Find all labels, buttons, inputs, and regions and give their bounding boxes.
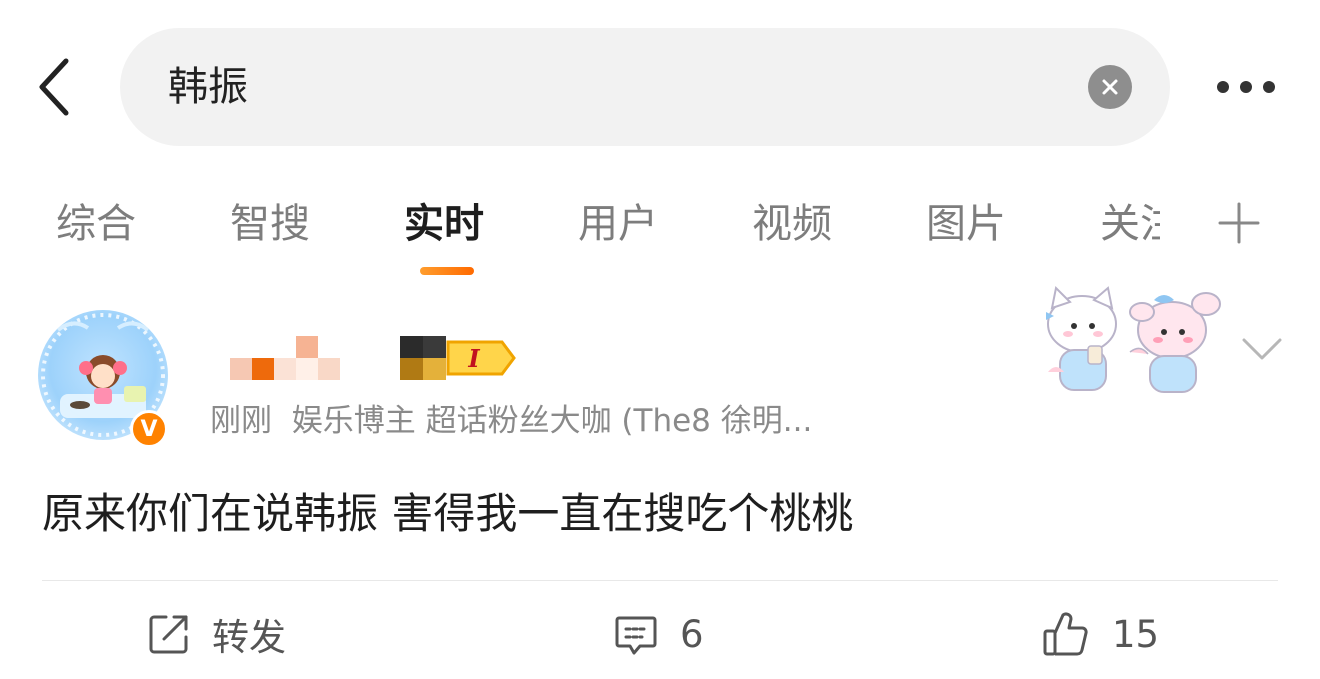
author-tags: 娱乐博主 超话粉丝大咖 (The8 徐明... <box>291 403 813 439</box>
add-tab-icon[interactable] <box>1214 198 1264 248</box>
active-tab-indicator <box>420 267 474 275</box>
more-icon <box>1217 81 1229 93</box>
fan-badge-redacted <box>400 336 446 380</box>
comment-count: 6 <box>680 612 704 656</box>
repost-label: 转发 <box>212 616 286 659</box>
level-badge-text: I <box>467 344 480 373</box>
like-icon <box>1043 612 1088 656</box>
tab-images[interactable]: 图片 <box>926 196 1006 252</box>
chevron-down-icon[interactable] <box>1238 330 1286 368</box>
decoration-sticker <box>1046 285 1221 393</box>
like-count: 15 <box>1112 612 1160 656</box>
repost-icon <box>149 615 188 654</box>
tab-realtime[interactable]: 实时 <box>404 196 484 252</box>
post-meta: 刚刚 娱乐博主 超话粉丝大咖 (The8 徐明... <box>210 396 812 446</box>
tab-videos[interactable]: 视频 <box>752 196 832 252</box>
back-arrow-icon <box>39 58 69 116</box>
verified-badge: V <box>130 410 168 448</box>
clear-icon <box>1102 79 1118 95</box>
comment-button[interactable]: 6 <box>614 606 704 662</box>
more-button[interactable] <box>1200 62 1292 112</box>
tab-comprehensive[interactable]: 综合 <box>56 196 136 252</box>
comment-icon <box>615 616 657 655</box>
tab-users[interactable]: 用户 <box>578 196 658 252</box>
post-text: 原来你们在说韩振 害得我一直在搜吃个桃桃 <box>42 489 854 538</box>
like-button[interactable]: 15 <box>1042 606 1159 662</box>
level-badge-icon: I <box>446 340 516 376</box>
clear-search-button[interactable] <box>1088 65 1132 109</box>
username-redacted[interactable] <box>230 336 340 380</box>
search-input[interactable]: 韩振 <box>168 28 248 146</box>
divider <box>42 580 1278 581</box>
search-box[interactable]: 韩振 <box>120 28 1170 146</box>
tab-smart-search[interactable]: 智搜 <box>230 196 310 252</box>
repost-button[interactable]: 转发 <box>148 606 286 662</box>
back-button[interactable] <box>28 52 80 122</box>
tab-follow[interactable]: 关注 <box>1100 196 1160 252</box>
post-time: 刚刚 <box>210 403 272 439</box>
